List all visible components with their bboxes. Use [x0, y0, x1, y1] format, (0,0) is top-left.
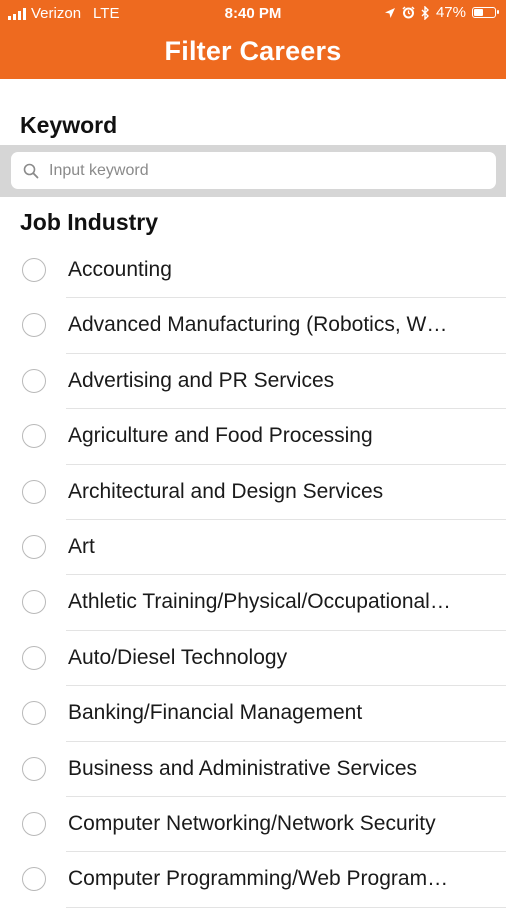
industry-label: Athletic Training/Physical/Occupational… [68, 590, 451, 614]
search-field[interactable] [11, 152, 496, 189]
list-item[interactable]: Agriculture and Food Processing [0, 409, 506, 465]
header: Verizon LTE 8:40 PM 47% Filter Careers [0, 0, 506, 79]
list-item[interactable]: Athletic Training/Physical/Occupational… [0, 575, 506, 631]
industry-label: Architectural and Design Services [68, 479, 384, 503]
list-item[interactable]: Auto/Diesel Technology [0, 631, 506, 687]
list-item[interactable]: Computer Programming/Web Program… [0, 852, 506, 908]
list-item[interactable]: Advanced Manufacturing (Robotics, W… [0, 298, 506, 354]
radio-button[interactable] [22, 313, 46, 338]
radio-button[interactable] [22, 867, 46, 892]
industry-label: Business and Administrative Services [68, 756, 417, 780]
list-item[interactable]: Advertising and PR Services [0, 354, 506, 410]
list-item[interactable]: Art [0, 520, 506, 576]
battery-percent: 47% [435, 4, 466, 21]
radio-button[interactable] [22, 756, 46, 781]
industry-label: Agriculture and Food Processing [68, 424, 373, 448]
radio-button[interactable] [22, 534, 46, 559]
radio-button[interactable] [22, 701, 46, 726]
list-item[interactable]: Computer Networking/Network Security [0, 797, 506, 853]
industry-label: Banking/Financial Management [68, 701, 363, 725]
search-input[interactable] [47, 160, 471, 181]
industry-label: Accounting [68, 258, 172, 281]
bluetooth-icon [421, 5, 429, 20]
industry-label: Computer Networking/Network Security [68, 811, 436, 835]
job-industry-label: Job Industry [20, 209, 159, 235]
radio-button[interactable] [22, 368, 46, 393]
status-bar: Verizon LTE 8:40 PM 47% [0, 0, 506, 28]
radio-button[interactable] [22, 479, 46, 504]
industry-label: Auto/Diesel Technology [68, 645, 288, 669]
industry-label: Computer Programming/Web Program… [68, 867, 449, 891]
location-icon [384, 7, 395, 18]
industry-label: Art [68, 534, 95, 558]
page-title: Filter Careers [164, 36, 342, 66]
status-right: 47% [384, 4, 499, 21]
battery-icon [472, 7, 499, 18]
industry-label: Advertising and PR Services [68, 368, 335, 392]
alarm-icon [402, 6, 415, 19]
list-item[interactable]: Accounting [0, 243, 506, 299]
radio-button[interactable] [22, 645, 46, 670]
search-icon [23, 163, 39, 178]
radio-button[interactable] [22, 424, 46, 449]
list-item[interactable]: Architectural and Design Services [0, 465, 506, 520]
search-bar [0, 145, 506, 197]
radio-button[interactable] [22, 258, 46, 282]
list-item[interactable]: Banking/Financial Management [0, 686, 506, 742]
list-item[interactable]: Business and Administrative Services [0, 742, 506, 797]
radio-button[interactable] [22, 811, 46, 836]
industry-list: Accounting Advanced Manufacturing (Roboti… [0, 243, 506, 908]
radio-button[interactable] [22, 590, 46, 615]
industry-label: Advanced Manufacturing (Robotics, W… [68, 313, 448, 337]
keyword-label: Keyword [20, 112, 118, 138]
